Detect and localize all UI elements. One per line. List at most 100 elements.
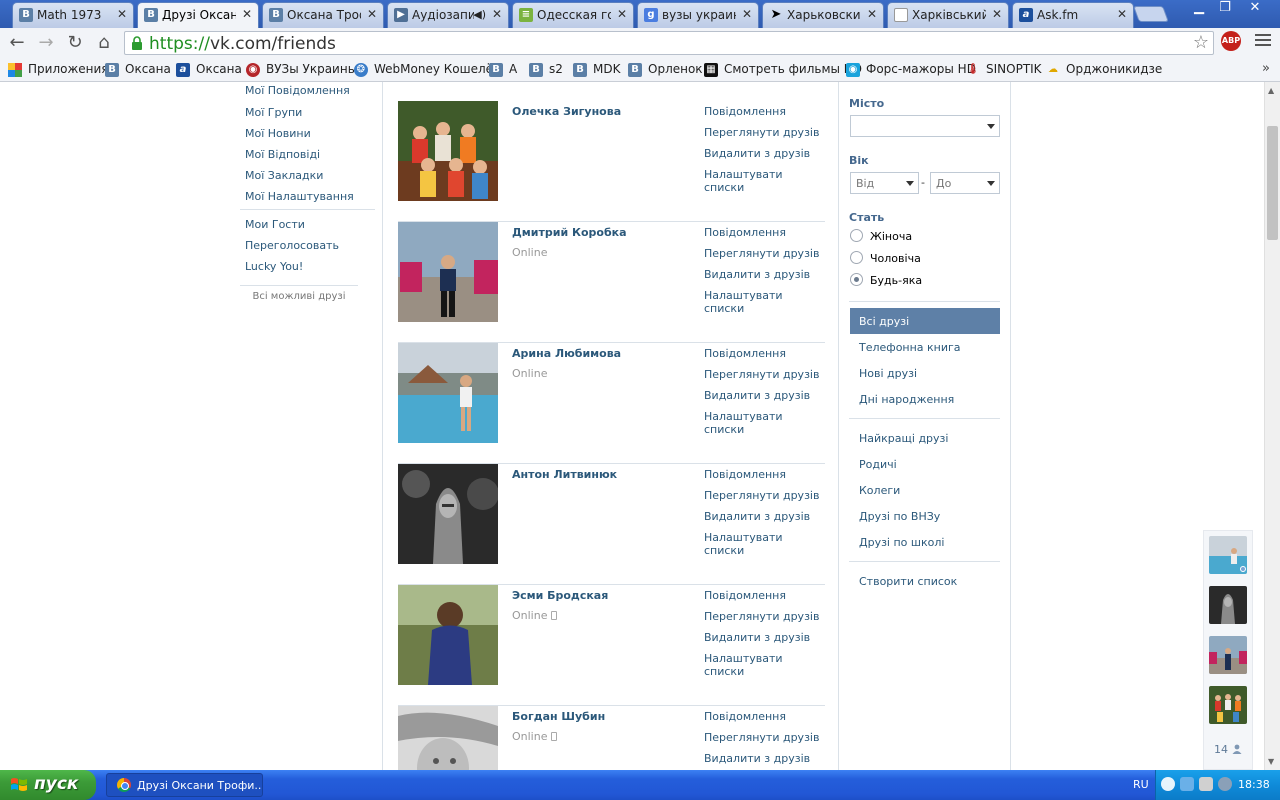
- bookmark-orlenok[interactable]: B Орленок: [628, 62, 703, 77]
- sex-radio-female[interactable]: Жіноча: [850, 229, 912, 243]
- menu-my-groups[interactable]: Мої Групи: [245, 106, 302, 119]
- browser-menu-icon[interactable]: [1255, 34, 1271, 48]
- tab-kharkivsky[interactable]: Харківський н ✕: [887, 2, 1009, 28]
- tab-math-1973[interactable]: B Math 1973 ✕: [12, 2, 134, 28]
- friend-name[interactable]: Эсми Бродская: [512, 589, 608, 602]
- online-friend-avatar[interactable]: [1209, 636, 1247, 674]
- list-phone-book[interactable]: Телефонна книга: [850, 334, 1000, 360]
- list-school-friends[interactable]: Друзі по школі: [850, 529, 1000, 555]
- close-icon[interactable]: ✕: [492, 7, 502, 21]
- view-friends-link[interactable]: Переглянути друзів: [704, 247, 825, 268]
- avatar[interactable]: [398, 585, 498, 685]
- home-icon[interactable]: ⌂: [92, 32, 116, 54]
- language-indicator[interactable]: RU: [1133, 778, 1149, 791]
- close-icon[interactable]: ✕: [867, 7, 877, 21]
- view-friends-link[interactable]: Переглянути друзів: [704, 731, 825, 752]
- bookmark-fors-mazhory[interactable]: ◉ Форс-мажоры HD: [846, 62, 976, 77]
- close-icon[interactable]: ✕: [117, 7, 127, 21]
- tab-audio[interactable]: ▶ Аудіозапис ◀) ✕: [387, 2, 509, 28]
- view-friends-link[interactable]: Переглянути друзів: [704, 368, 825, 389]
- send-message-link[interactable]: Повідомлення: [704, 105, 825, 126]
- adblock-icon[interactable]: ABP: [1221, 31, 1241, 51]
- all-possible-friends-link[interactable]: Всі можливі друзі: [240, 291, 358, 302]
- remove-friend-link[interactable]: Видалити з друзів: [704, 510, 825, 531]
- sex-radio-male[interactable]: Чоловіча: [850, 251, 921, 265]
- bookmark-webmoney[interactable]: ❂ WebMoney Кошелёк: [354, 62, 500, 77]
- list-new-friends[interactable]: Нові друзі: [850, 360, 1000, 386]
- forward-arrow-icon[interactable]: →: [34, 32, 58, 54]
- bookmark-vuzy[interactable]: ◉ ВУЗы Украины: [246, 62, 357, 77]
- send-message-link[interactable]: Повідомлення: [704, 347, 825, 368]
- star-icon[interactable]: ☆: [1193, 32, 1209, 53]
- chevron-right-icon[interactable]: »: [1262, 61, 1270, 76]
- remove-friend-link[interactable]: Видалити з друзів: [704, 268, 825, 289]
- tab-odessa[interactable]: ≡ Одесская гос ✕: [512, 2, 634, 28]
- network-icon[interactable]: [1180, 777, 1194, 791]
- tab-oksana-trofi[interactable]: B Оксана Трофи ✕: [262, 2, 384, 28]
- list-birthdays[interactable]: Дні народження: [850, 386, 1000, 412]
- page-scrollbar[interactable]: ▲ ▼: [1264, 82, 1280, 770]
- restore-icon[interactable]: ❐: [1212, 0, 1238, 18]
- friend-name[interactable]: Арина Любимова: [512, 347, 621, 360]
- send-message-link[interactable]: Повідомлення: [704, 710, 825, 731]
- close-icon[interactable]: ✕: [242, 7, 252, 21]
- menu-my-bookmarks[interactable]: Мої Закладки: [245, 169, 323, 182]
- online-friend-avatar[interactable]: [1209, 686, 1247, 724]
- bookmark-apps[interactable]: Приложения: [8, 62, 109, 77]
- avatar[interactable]: [398, 706, 498, 770]
- bookmark-oksana-askfm[interactable]: a Оксана: [176, 62, 242, 77]
- friend-name[interactable]: Богдан Шубин: [512, 710, 605, 723]
- close-icon[interactable]: ✕: [617, 7, 627, 21]
- clock[interactable]: 18:38: [1238, 778, 1270, 791]
- avatar[interactable]: [398, 343, 498, 443]
- back-arrow-icon[interactable]: ←: [5, 32, 29, 54]
- bookmark-oksana-vk[interactable]: B Оксана: [105, 62, 171, 77]
- reload-icon[interactable]: ↻: [63, 32, 87, 54]
- avatar[interactable]: [398, 464, 498, 564]
- online-friends-count[interactable]: 14: [1214, 743, 1242, 756]
- close-icon[interactable]: ✕: [742, 7, 752, 21]
- close-icon[interactable]: ✕: [992, 7, 1002, 21]
- configure-lists-link[interactable]: Налаштувати списки: [704, 410, 825, 436]
- tray-app-icon[interactable]: [1218, 777, 1232, 791]
- bookmark-s2[interactable]: B s2: [529, 62, 563, 77]
- radio-button[interactable]: [850, 229, 863, 242]
- radio-button[interactable]: [850, 273, 863, 286]
- bookmark-a[interactable]: B А: [489, 62, 517, 77]
- tab-google-vuzy[interactable]: g вузы украинь ✕: [637, 2, 759, 28]
- list-best-friends[interactable]: Найкращі друзі: [850, 425, 1000, 451]
- start-button[interactable]: пуск: [0, 770, 96, 800]
- view-friends-link[interactable]: Переглянути друзів: [704, 489, 825, 510]
- menu-revote[interactable]: Переголосовать: [245, 239, 339, 252]
- bookmark-sinoptik[interactable]: 🌡 SINOPTIK: [966, 62, 1042, 76]
- remove-friend-link[interactable]: Видалити з друзів: [704, 389, 825, 410]
- remove-friend-link[interactable]: Видалити з друзів: [704, 752, 825, 770]
- minimize-icon[interactable]: ▁: [1186, 0, 1212, 18]
- configure-lists-link[interactable]: Налаштувати списки: [704, 289, 825, 315]
- bookmark-ordzhonikidze[interactable]: ☁ Орджоникидзе: [1046, 62, 1162, 76]
- bookmark-films-hd[interactable]: ▦ Смотреть фильмы HD: [704, 62, 862, 77]
- list-all-friends[interactable]: Всі друзі: [850, 308, 1000, 334]
- new-tab-button[interactable]: [1133, 6, 1169, 22]
- age-from-select[interactable]: Від: [850, 172, 919, 194]
- send-message-link[interactable]: Повідомлення: [704, 226, 825, 247]
- tab-friends-oksana[interactable]: B Друзі Оксани ✕: [137, 2, 259, 28]
- remove-friend-link[interactable]: Видалити з друзів: [704, 147, 825, 168]
- menu-my-answers[interactable]: Мої Відповіді: [245, 148, 320, 161]
- view-friends-link[interactable]: Переглянути друзів: [704, 610, 825, 631]
- scroll-up-icon[interactable]: ▲: [1268, 86, 1274, 95]
- age-to-select[interactable]: До: [930, 172, 1000, 194]
- menu-my-news[interactable]: Мої Новини: [245, 127, 311, 140]
- city-select[interactable]: [850, 115, 1000, 137]
- scroll-down-icon[interactable]: ▼: [1268, 757, 1274, 766]
- close-icon[interactable]: ✕: [367, 7, 377, 21]
- close-window-icon[interactable]: ✕: [1240, 0, 1270, 18]
- tab-askfm[interactable]: a Ask.fm ✕: [1012, 2, 1134, 28]
- address-bar[interactable]: https://vk.com/friends ☆: [124, 31, 1214, 55]
- configure-lists-link[interactable]: Налаштувати списки: [704, 168, 825, 194]
- taskbar-window-chrome[interactable]: Друзі Оксани Трофи...: [106, 773, 263, 797]
- friend-name[interactable]: Дмитрий Коробка: [512, 226, 627, 239]
- send-message-link[interactable]: Повідомлення: [704, 589, 825, 610]
- view-friends-link[interactable]: Переглянути друзів: [704, 126, 825, 147]
- send-message-link[interactable]: Повідомлення: [704, 468, 825, 489]
